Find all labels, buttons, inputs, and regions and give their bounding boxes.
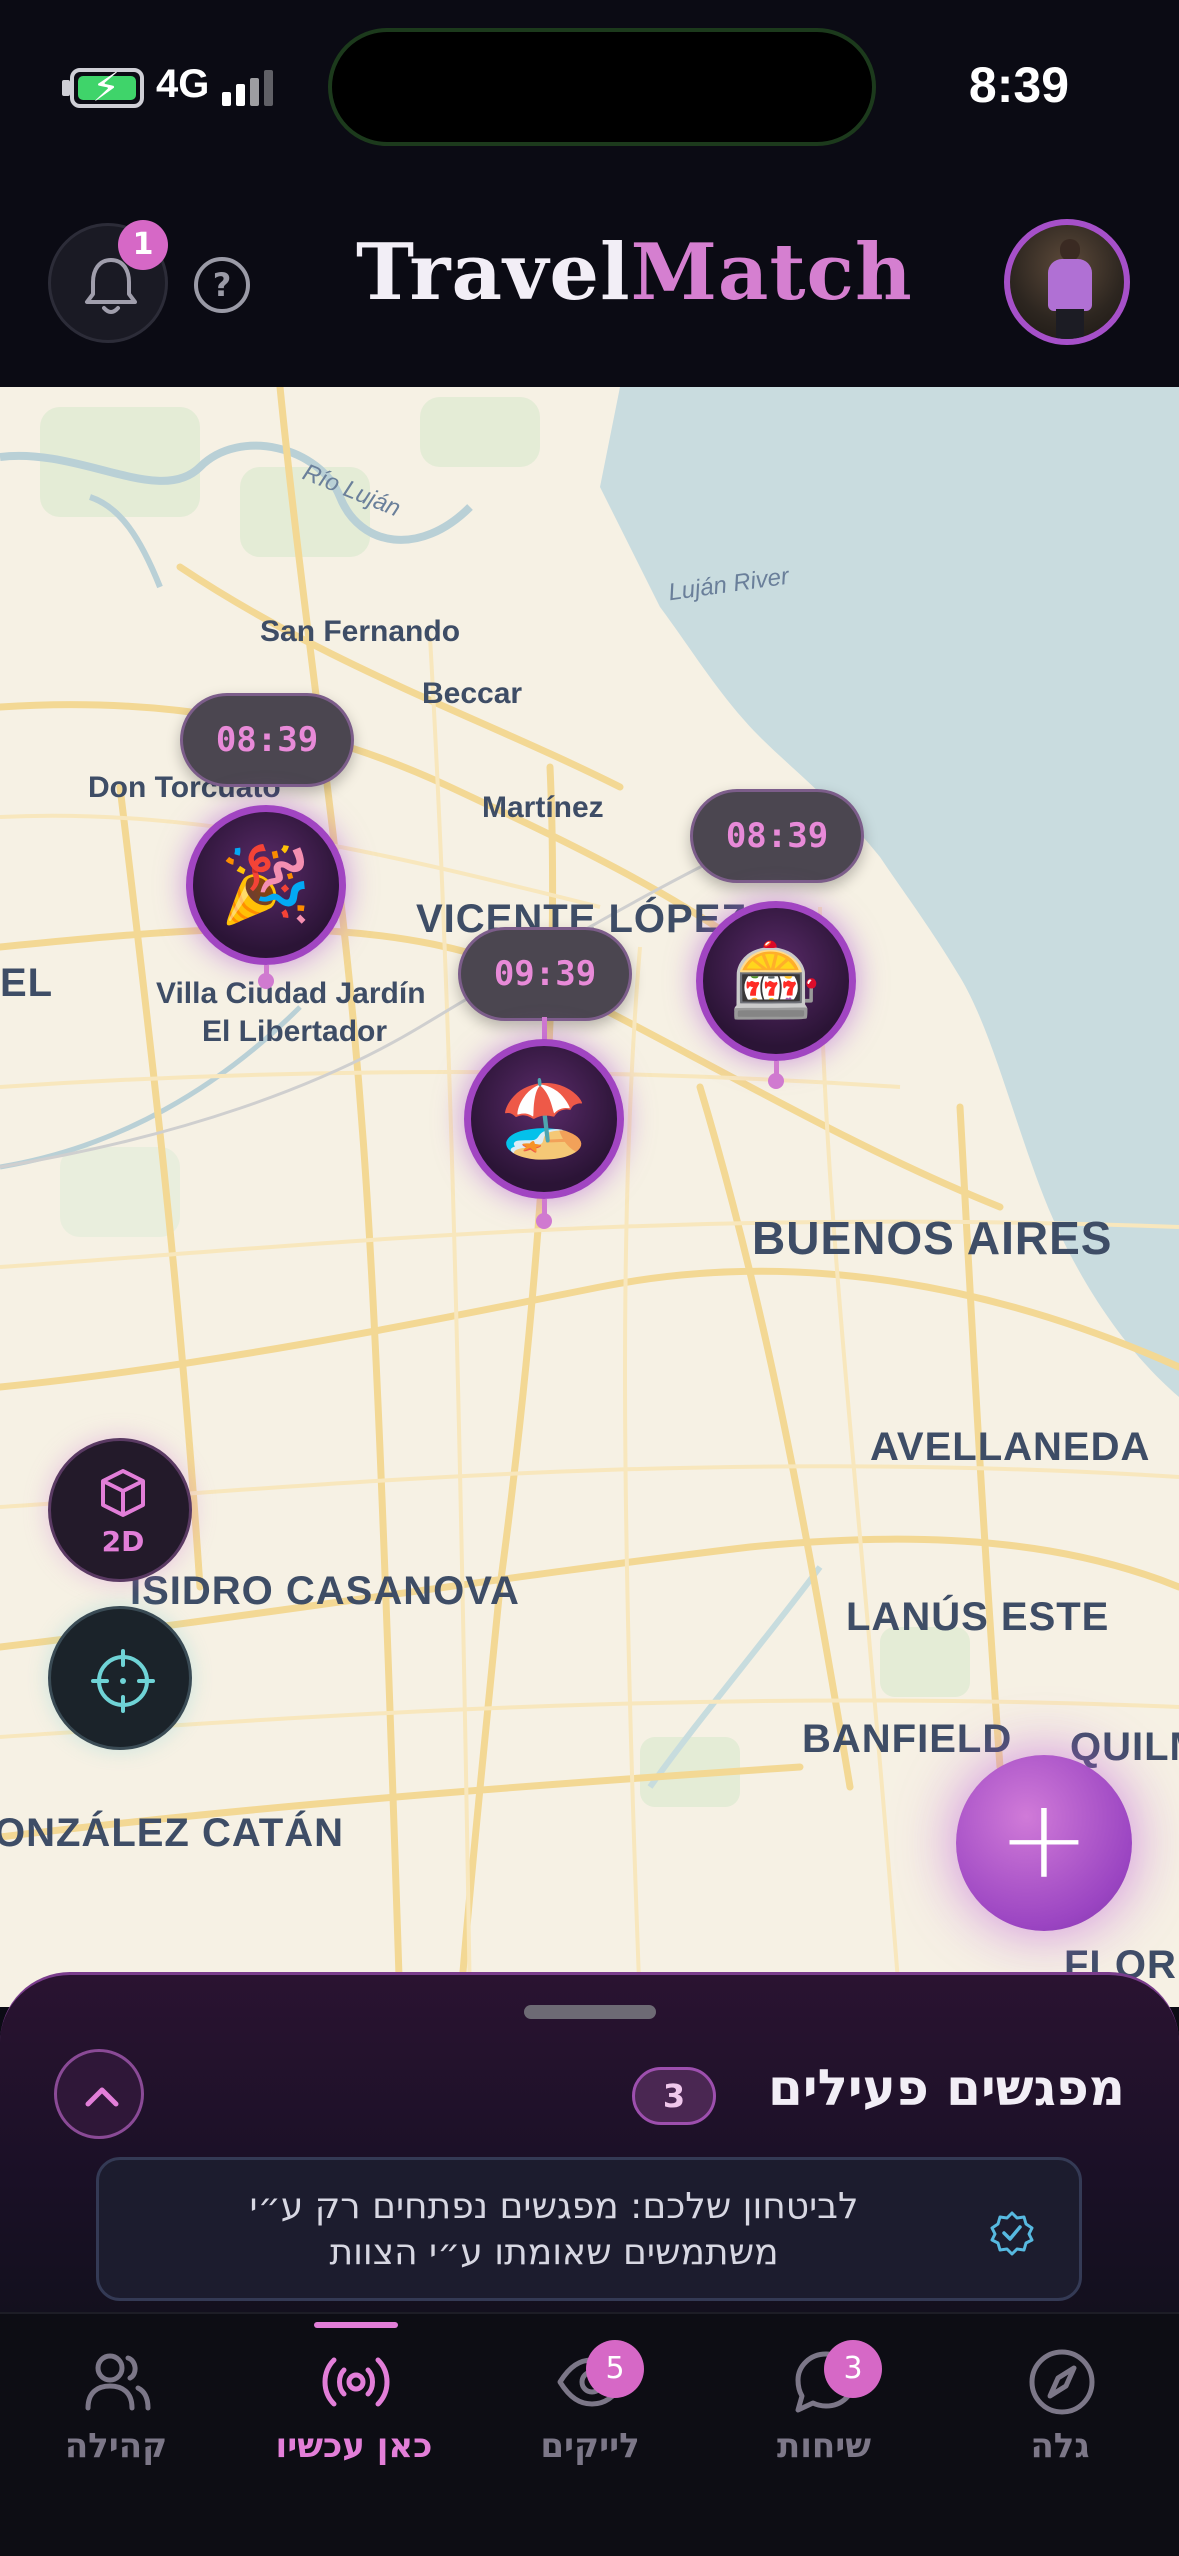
pin-dot xyxy=(536,1213,552,1229)
app-logo: TravelMatch xyxy=(356,227,913,318)
map-label: AVELLANEDA xyxy=(870,1425,1151,1469)
safety-text: לביטחון שלכם: מפגשים נפתחים רק ע״י משתמש… xyxy=(159,2184,949,2276)
party-icon: 🎉 xyxy=(186,805,346,965)
map-label: El Libertador xyxy=(202,1015,388,1048)
map-label: BANFIELD xyxy=(802,1717,1013,1761)
notification-badge: 1 xyxy=(118,220,168,270)
map-base xyxy=(0,387,1179,2007)
add-meetup-button[interactable]: + xyxy=(956,1755,1132,1931)
active-meetups-sheet: 3 מפגשים פעילים לביטחון שלכם: מפגשים נפת… xyxy=(0,1972,1179,2312)
map-label: San Fernando xyxy=(260,615,461,648)
profile-avatar[interactable] xyxy=(1004,219,1130,345)
pin-time: 09:39 xyxy=(458,927,632,1021)
dynamic-island xyxy=(328,28,876,146)
tab-community[interactable]: קהילה xyxy=(16,2314,216,2514)
verified-badge-icon xyxy=(990,2211,1034,2256)
battery-nub xyxy=(62,80,70,96)
help-button[interactable]: ? xyxy=(194,257,250,313)
map-label: LANÚS ESTE xyxy=(846,1595,1110,1639)
safety-line-2: משתמשים שאומתו ע״י הצוות xyxy=(329,2232,779,2273)
slot-machine-icon: 🎰 xyxy=(696,901,856,1061)
safety-notice: לביטחון שלכם: מפגשים נפתחים רק ע״י משתמש… xyxy=(96,2157,1082,2301)
map-label: EL xyxy=(0,961,54,1005)
tab-label: גלה xyxy=(1030,2426,1090,2466)
tab-label: שיחות xyxy=(776,2426,872,2466)
map-label: ISIDRO CASANOVA xyxy=(130,1569,520,1613)
tab-label: לייקים xyxy=(540,2426,640,2466)
cube-icon xyxy=(101,1469,145,1517)
map-label: QUILM xyxy=(1070,1725,1179,1769)
pin-dot xyxy=(768,1073,784,1089)
status-time: 8:39 xyxy=(968,57,1069,113)
crosshair-icon xyxy=(91,1649,155,1713)
chats-badge: 3 xyxy=(824,2340,882,2398)
map-label: Beccar xyxy=(422,677,523,710)
map-label: BUENOS AIRES xyxy=(752,1212,1113,1264)
logo-travel: Travel xyxy=(356,227,631,318)
tab-label: קהילה xyxy=(64,2426,168,2466)
bottom-nav: קהילה כאן עכשיו לייקים 5 שיחות 3 גלה xyxy=(0,2312,1179,2556)
map-label: Villa Ciudad Jardín xyxy=(156,977,426,1010)
signal-icon xyxy=(222,70,282,106)
pin-time: 08:39 xyxy=(690,789,864,883)
tab-discover[interactable]: גלה xyxy=(960,2314,1160,2514)
users-icon xyxy=(85,2353,151,2411)
status-bar: ⚡ 4G 8:39 xyxy=(0,0,1179,175)
tab-here-now[interactable]: כאן עכשיו xyxy=(254,2314,454,2514)
sheet-title: מפגשים פעילים xyxy=(768,2059,1125,2117)
network-type: 4G xyxy=(156,62,210,106)
pin-dot xyxy=(258,973,274,989)
map-label: ONZÁLEZ CATÁN xyxy=(0,1811,344,1855)
locate-me-button[interactable] xyxy=(48,1606,192,1750)
pin-time: 08:39 xyxy=(180,693,354,787)
expand-sheet-button[interactable] xyxy=(54,2049,144,2139)
tab-chats[interactable]: שיחות 3 xyxy=(724,2314,924,2514)
app-header: 1 ? TravelMatch xyxy=(0,175,1179,387)
safety-line-1: לביטחון שלכם: מפגשים נפתחים רק ע״י xyxy=(249,2186,859,2227)
likes-badge: 5 xyxy=(586,2340,644,2398)
map-label: Martínez xyxy=(482,791,604,824)
tab-likes[interactable]: לייקים 5 xyxy=(490,2314,690,2514)
map-view[interactable]: Río Luján Luján River San Fernando Becca… xyxy=(0,387,1179,2007)
charging-icon: ⚡ xyxy=(91,65,121,111)
compass-icon xyxy=(1029,2349,1095,2415)
beach-icon: 🏖️ xyxy=(464,1039,624,1199)
sheet-drag-handle[interactable] xyxy=(524,2005,656,2019)
logo-match: Match xyxy=(630,227,913,318)
chevron-up-icon xyxy=(85,2087,119,2107)
broadcast-icon xyxy=(322,2357,390,2407)
app-root: ⚡ 4G 8:39 1 ? TravelMatch Río Luján Lujá… xyxy=(0,0,1179,2556)
tab-label: כאן עכשיו xyxy=(275,2426,433,2466)
view-mode-label: 2D xyxy=(101,1525,145,1558)
active-meetups-count: 3 xyxy=(632,2067,716,2125)
view-mode-toggle[interactable]: 2D xyxy=(48,1438,192,1582)
